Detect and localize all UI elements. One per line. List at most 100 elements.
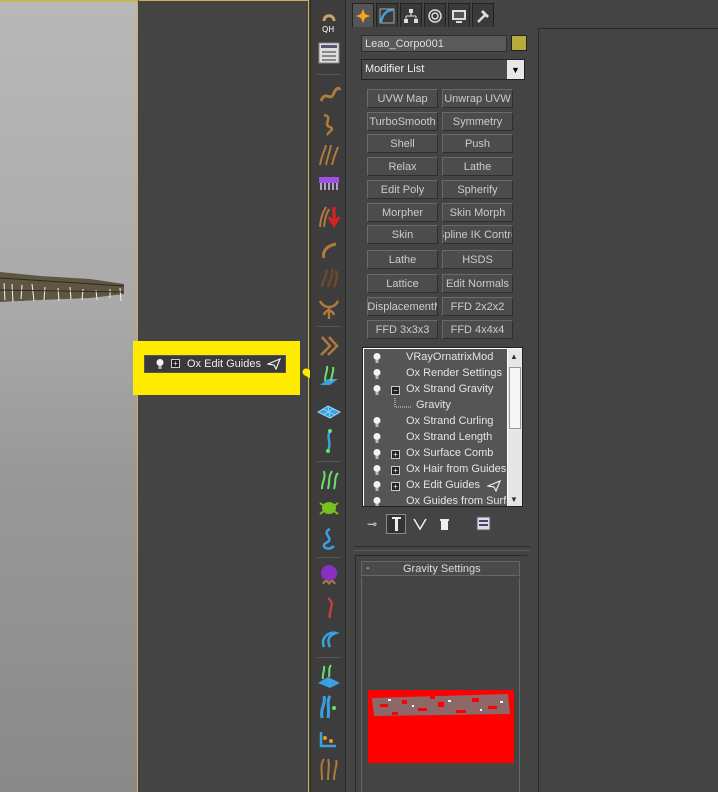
viewport-empty-area <box>139 0 309 792</box>
stack-item[interactable]: + Ox Surface Comb <box>364 446 507 462</box>
scroll-up-icon[interactable]: ▲ <box>510 352 518 361</box>
lightbulb-icon[interactable] <box>372 384 382 396</box>
modifier-button[interactable]: HSDS <box>442 250 513 269</box>
modifier-button[interactable]: Push <box>442 134 513 153</box>
remove-modifier-button[interactable] <box>434 514 454 534</box>
ox-strand-multiplier-button[interactable] <box>316 295 342 321</box>
stack-item[interactable]: − Ox Strand Gravity <box>364 382 507 398</box>
stack-scrollbar[interactable]: ▲ ▼ <box>508 349 522 506</box>
ox-edit-guides-button[interactable] <box>316 333 342 359</box>
ox-strand-comb-button[interactable] <box>316 170 342 196</box>
stack-item[interactable]: + Ox Hair from Guides <box>364 462 507 478</box>
ox-mesh-from-strands-button[interactable] <box>316 663 342 689</box>
show-end-result-button[interactable] <box>386 514 406 534</box>
length-strand-icon <box>322 242 337 259</box>
object-name-field[interactable]: Leao_Corpo001 <box>361 35 507 52</box>
modifier-button[interactable]: UVW Map <box>367 89 438 108</box>
modifier-button[interactable]: Shell <box>367 134 438 153</box>
stack-item[interactable]: Ox Strand Length <box>364 430 507 446</box>
modifier-button[interactable]: Edit Normals <box>442 274 513 293</box>
ox-rollout-button[interactable] <box>316 40 342 66</box>
lightbulb-icon[interactable] <box>372 416 382 428</box>
chevron-down-icon[interactable]: ▼ <box>507 60 524 79</box>
ox-hair-bug-button[interactable] <box>316 494 342 520</box>
lightbulb-icon[interactable] <box>372 448 382 460</box>
modifier-stack[interactable]: VRayOrnatrixMod Ox Render Settings − Ox … <box>362 347 523 507</box>
tab-utilities[interactable] <box>472 3 494 27</box>
stack-item[interactable]: Ox Strand Curling <box>364 414 507 430</box>
noise-pattern <box>372 694 510 716</box>
modifier-button[interactable]: Edit Poly <box>367 180 438 199</box>
ox-strand-propagation-button[interactable] <box>316 625 342 651</box>
ornatrix-toolbar: QH <box>310 0 346 792</box>
hierarchy-icon <box>404 8 418 23</box>
expand-icon[interactable]: + <box>391 466 400 475</box>
viewport[interactable] <box>0 0 138 792</box>
pin-stack-button[interactable]: ⊸ <box>362 514 382 534</box>
modifier-list-dropdown[interactable]: Modifier List ▼ <box>361 59 525 80</box>
tab-modify[interactable] <box>376 3 398 27</box>
modifier-button[interactable]: Skin <box>367 225 438 244</box>
ox-strand-wave-button[interactable] <box>316 111 342 137</box>
ox-render-settings-button[interactable] <box>316 562 342 588</box>
stack-item[interactable]: + Ox Edit Guides <box>364 478 507 494</box>
lightbulb-icon[interactable] <box>372 352 382 364</box>
stack-item[interactable]: VRayOrnatrixMod <box>364 350 507 366</box>
stack-item[interactable]: Ox Guides from Surfa <box>364 494 512 507</box>
ox-guides-from-shape-button[interactable] <box>316 428 342 454</box>
scroll-down-icon[interactable]: ▼ <box>510 495 518 504</box>
ox-quick-hair-button[interactable]: QH <box>316 8 342 34</box>
expand-icon[interactable]: + <box>391 450 400 459</box>
tab-create[interactable] <box>352 3 374 27</box>
tab-display[interactable] <box>448 3 470 27</box>
modifier-button[interactable]: TurboSmooth <box>367 112 438 131</box>
lightbulb-icon[interactable] <box>372 368 382 380</box>
redacted-area <box>368 690 514 763</box>
tab-hierarchy[interactable] <box>400 3 422 27</box>
make-unique-icon <box>413 518 427 531</box>
object-color-swatch[interactable] <box>511 35 527 51</box>
ox-ground-strands-button[interactable] <box>316 726 342 752</box>
modifier-button[interactable]: Symmetry <box>442 112 513 131</box>
lightbulb-icon[interactable] <box>372 496 382 507</box>
ox-strand-frizz-button[interactable] <box>316 141 342 167</box>
render-sphere-icon <box>321 565 337 585</box>
ox-strand-rotate-button[interactable] <box>316 594 342 620</box>
ox-strand-detail-button[interactable] <box>316 467 342 493</box>
modifier-button[interactable]: Morpher <box>367 203 438 222</box>
tab-motion[interactable] <box>424 3 446 27</box>
modifier-button[interactable]: Unwrap UVW <box>442 89 513 108</box>
lightbulb-icon[interactable] <box>372 480 382 492</box>
toolbar-separator <box>317 461 341 462</box>
modifier-button[interactable]: Lathe <box>367 250 438 269</box>
ox-hair-from-mesh-button[interactable] <box>316 694 342 720</box>
modifier-button[interactable]: Spherify <box>442 180 513 199</box>
ox-surface-comb-button[interactable] <box>316 396 342 422</box>
modifier-button[interactable]: FFD 4x4x4 <box>442 320 513 339</box>
modifier-button[interactable]: FFD 2x2x2 <box>442 297 513 316</box>
modifier-button[interactable]: Lattice <box>367 274 438 293</box>
expand-icon[interactable]: + <box>391 482 400 491</box>
modifier-button[interactable]: yDisplacementM <box>367 297 438 316</box>
stack-item[interactable]: Ox Render Settings <box>364 366 507 382</box>
ox-strand-clump-button[interactable] <box>316 265 342 291</box>
scrollbar-thumb[interactable] <box>509 367 521 429</box>
gravity-settings-rollout-header[interactable]: - Gravity Settings <box>361 561 520 576</box>
ox-guides-from-mesh-button[interactable] <box>316 363 342 389</box>
ox-strand-length-button[interactable] <box>316 236 342 262</box>
make-unique-button[interactable] <box>410 514 430 534</box>
modifier-button[interactable]: Spline IK Control <box>442 225 513 244</box>
ox-strand-curl-button[interactable] <box>316 81 342 107</box>
ox-hair-grass-button[interactable] <box>316 756 342 782</box>
configure-modifier-sets-button[interactable] <box>474 514 494 534</box>
lightbulb-icon[interactable] <box>372 432 382 444</box>
lightbulb-icon[interactable] <box>372 464 382 476</box>
modifier-button[interactable]: Relax <box>367 157 438 176</box>
stack-subobject-item[interactable]: Gravity <box>364 398 507 414</box>
ox-strand-gravity-button[interactable] <box>316 203 342 229</box>
ox-hair-clump-button[interactable] <box>316 526 342 552</box>
modifier-button[interactable]: FFD 3x3x3 <box>367 320 438 339</box>
modifier-button[interactable]: Lathe <box>442 157 513 176</box>
collapse-icon[interactable]: − <box>391 386 400 395</box>
modifier-button[interactable]: Skin Morph <box>442 203 513 222</box>
